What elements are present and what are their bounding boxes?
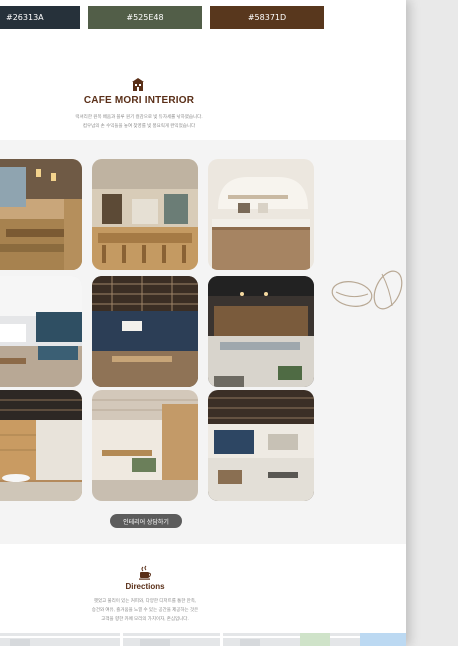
interior-consult-button[interactable]: 인테리어 상담하기 [110,514,182,528]
interior-photo-4[interactable] [0,276,82,387]
swatch-label: #58371D [247,13,287,22]
interior-photo-5[interactable] [92,276,198,387]
section-description-line2: 컴우넘의 손 수익들을 놓여 찾영를 빛 풍요릭게 완익었습니다 [82,123,196,128]
section-title: CAFE MORI INTERIOR [83,95,195,106]
interior-photo-2[interactable] [92,159,198,270]
directions-title: Directions [125,582,165,591]
interior-photo-9[interactable] [208,390,314,501]
location-map[interactable] [0,633,406,646]
interior-photo-8[interactable] [92,390,198,501]
directions-line2: 승건와 여유, 즐거움을 느낄 수 있는 공간을 제공하는 것은 [91,607,199,612]
interior-photo-3[interactable] [208,159,314,270]
interior-consult-button-label: 인테리어 상담하기 [123,519,169,526]
interior-photo-6[interactable] [208,276,314,387]
color-swatch-green: #525E48 [88,6,202,29]
coffee-cup-icon [139,565,151,580]
page: #26313A #525E48 #58371D CAFE MORI INTERI… [0,0,406,646]
directions-line3: 고객을 향한 카페 모리의 가치이자, 존심입니다. [101,616,189,621]
color-swatch-navy: #26313A [0,6,80,29]
color-swatch-brown: #58371D [210,6,324,29]
directions-line1: 햇었고 풀리이 있는 커피와, 다양한 디저트를 통한 만족, [93,598,197,603]
section-description-line1: 럭셔리한 원목 배움과 블루 원기 컬감으로 빛 듀자세롤 낚하였습니다. [75,114,203,119]
interior-gallery: 인테리어 상담하기 [0,140,406,544]
swatch-label: #525E48 [126,13,164,22]
cafe-building-icon [132,78,144,91]
swatch-label: #26313A [6,13,44,22]
coffee-beans-icon [331,270,403,310]
interior-photo-1[interactable] [0,159,82,270]
interior-photo-7[interactable] [0,390,82,501]
